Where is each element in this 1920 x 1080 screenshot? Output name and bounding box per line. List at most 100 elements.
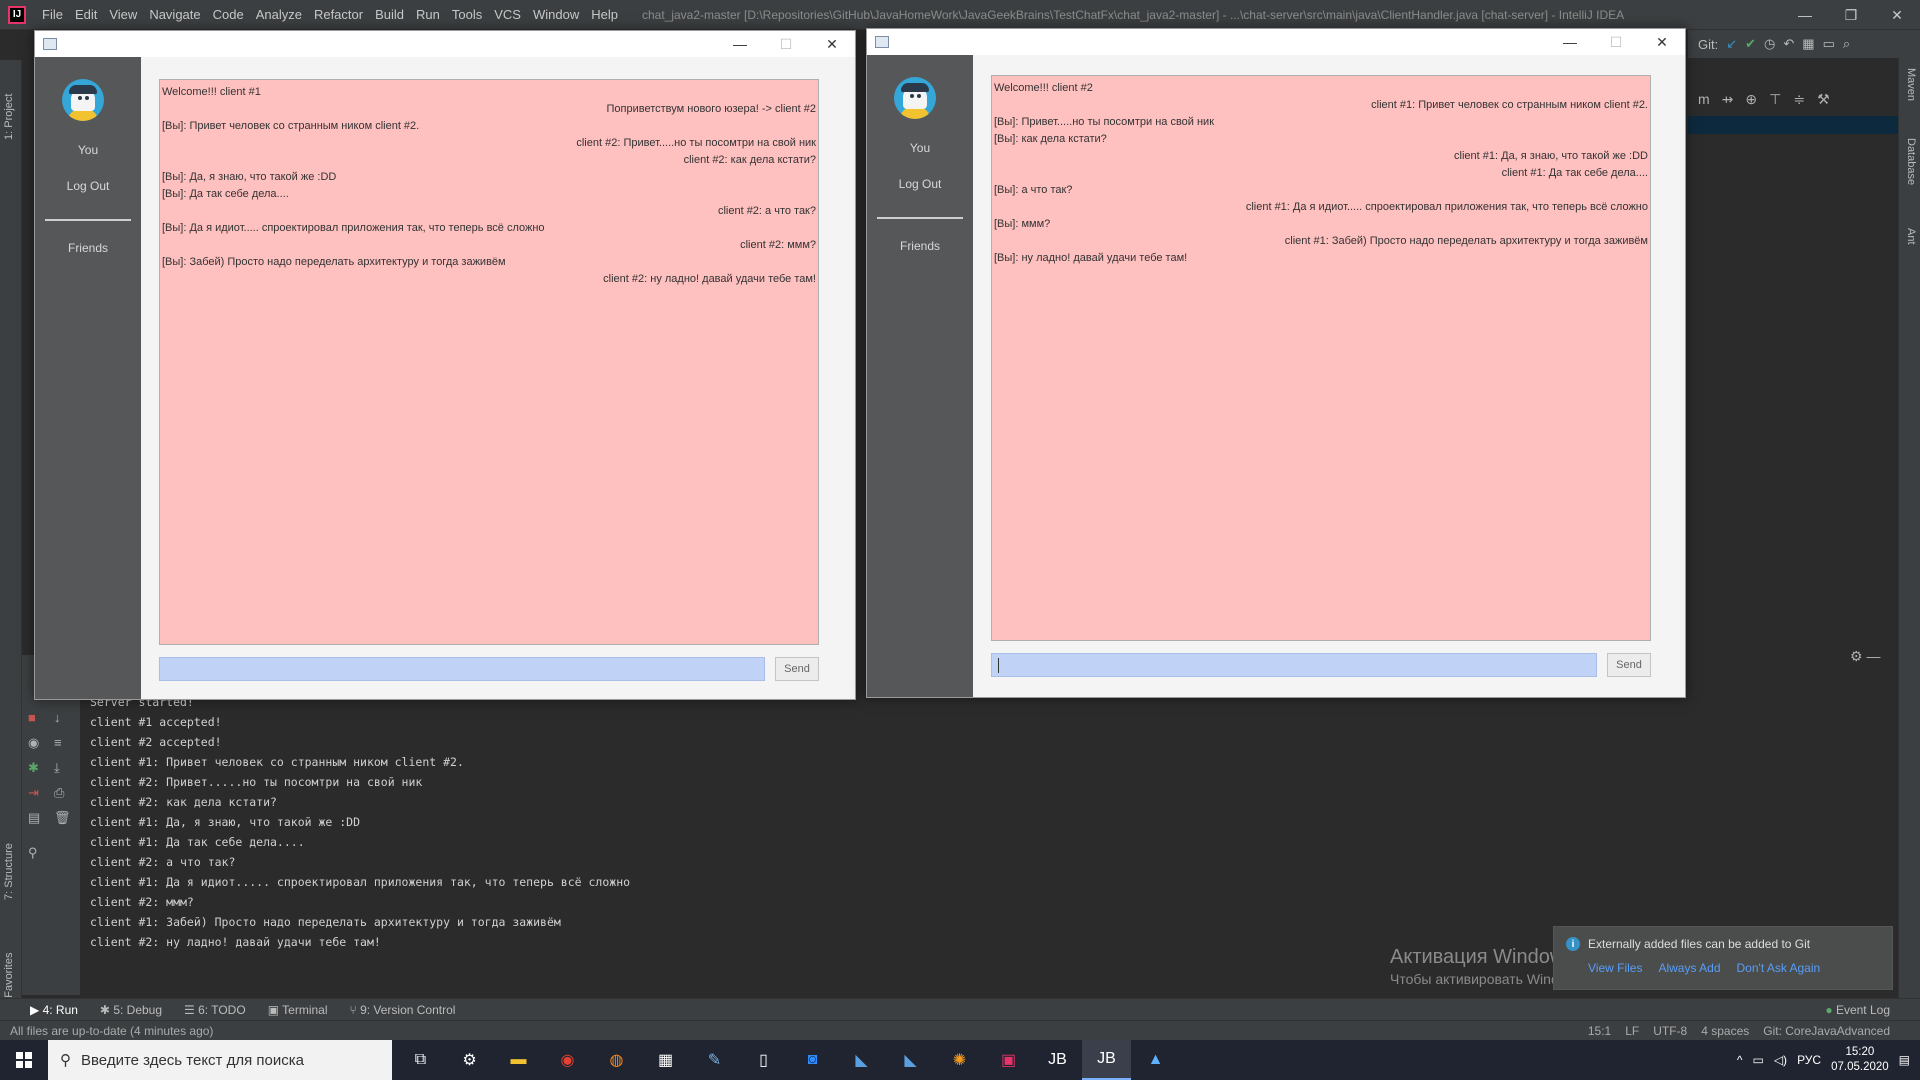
- document-icon[interactable]: ▯: [739, 1040, 788, 1080]
- tool-structure[interactable]: 7: Structure: [3, 843, 15, 900]
- tool-ant[interactable]: Ant: [1905, 228, 1917, 245]
- tab-run[interactable]: ▶ 4: Run: [30, 1003, 78, 1017]
- toggle-offline-icon[interactable]: ⇸: [1722, 91, 1734, 108]
- close-icon[interactable]: ✕: [1874, 0, 1920, 30]
- pin-icon[interactable]: ⚲: [28, 845, 38, 861]
- jetbrains-app-icon[interactable]: JB: [1033, 1040, 1082, 1080]
- taskbar-clock[interactable]: 15:20 07.05.2020: [1831, 1045, 1889, 1075]
- vcs-rollback-icon[interactable]: ↶: [1783, 36, 1794, 52]
- zoom-icon[interactable]: ◙: [788, 1040, 837, 1080]
- logout-button[interactable]: Log Out: [35, 179, 141, 193]
- menu-tools[interactable]: Tools: [446, 7, 488, 22]
- send-button[interactable]: Send: [1607, 653, 1651, 677]
- menu-analyze[interactable]: Analyze: [250, 7, 308, 22]
- maven-goal-icon[interactable]: m: [1698, 91, 1710, 107]
- maximize-icon[interactable]: ☐: [1593, 29, 1639, 55]
- notes-app-icon[interactable]: ✎: [690, 1040, 739, 1080]
- minimize-icon[interactable]: —: [1782, 0, 1828, 30]
- jetbrains-app-active-icon[interactable]: JB: [1082, 1040, 1131, 1080]
- indent-setting[interactable]: 4 spaces: [1701, 1024, 1749, 1038]
- photos-icon[interactable]: ▲: [1131, 1040, 1180, 1080]
- friends-button[interactable]: Friends: [867, 239, 973, 253]
- tool-database[interactable]: Database: [1905, 138, 1917, 185]
- tab-terminal[interactable]: ▣ Terminal: [268, 1003, 328, 1017]
- tool-project[interactable]: 1: Project: [3, 94, 15, 140]
- menu-file[interactable]: File: [36, 7, 69, 22]
- caret-position[interactable]: 15:1: [1588, 1024, 1611, 1038]
- event-log-button[interactable]: ● Event Log: [1825, 1003, 1890, 1017]
- dont-ask-again-link[interactable]: Don't Ask Again: [1737, 961, 1821, 975]
- chrome-icon[interactable]: ◉: [543, 1040, 592, 1080]
- menu-vcs[interactable]: VCS: [488, 7, 527, 22]
- logout-button[interactable]: Log Out: [867, 177, 973, 191]
- tab-debug[interactable]: ✱ 5: Debug: [100, 1003, 162, 1017]
- input-language[interactable]: РУС: [1797, 1053, 1821, 1067]
- firefox-icon[interactable]: ◍: [592, 1040, 641, 1080]
- close-icon[interactable]: ✕: [1639, 29, 1685, 55]
- maven-settings-icon[interactable]: ⚒: [1817, 91, 1830, 108]
- menu-refactor[interactable]: Refactor: [308, 7, 369, 22]
- stop-icon[interactable]: ■: [28, 710, 36, 725]
- presentation-icon[interactable]: ▭: [1823, 36, 1835, 52]
- chat2-message-input[interactable]: [991, 653, 1597, 677]
- layout-icon[interactable]: ▤: [28, 810, 40, 826]
- skip-tests-icon[interactable]: ⊕: [1745, 91, 1757, 108]
- soft-wrap-icon[interactable]: ≡: [54, 735, 62, 750]
- scroll-down-icon[interactable]: ↓: [54, 710, 61, 725]
- always-add-link[interactable]: Always Add: [1658, 961, 1720, 975]
- visual-studio-icon[interactable]: ◣: [837, 1040, 886, 1080]
- vcs-update-icon[interactable]: ↙: [1726, 36, 1737, 52]
- git-branch[interactable]: Git: CoreJavaAdvanced: [1763, 1024, 1890, 1038]
- visual-studio-2-icon[interactable]: ◣: [886, 1040, 935, 1080]
- debug-icon[interactable]: ✱: [28, 760, 39, 776]
- camera-icon[interactable]: ◉: [28, 735, 39, 751]
- menu-build[interactable]: Build: [369, 7, 410, 22]
- taskbar-search[interactable]: ⚲ Введите здесь текст для поиска: [48, 1040, 392, 1080]
- view-files-link[interactable]: View Files: [1588, 961, 1642, 975]
- exit-icon[interactable]: ⇥: [28, 785, 39, 801]
- search-everywhere-icon[interactable]: ⌕: [1843, 36, 1850, 52]
- run-settings-gear-icon[interactable]: ⚙ —: [1850, 648, 1880, 665]
- project-structure-icon[interactable]: ▦: [1802, 36, 1814, 52]
- print-icon[interactable]: ⎙: [54, 785, 64, 801]
- send-button[interactable]: Send: [775, 657, 819, 681]
- menu-help[interactable]: Help: [585, 7, 624, 22]
- chat1-message-area[interactable]: Welcome!!! client #1 Поприветствум новог…: [159, 79, 819, 645]
- calculator-icon[interactable]: ▦: [641, 1040, 690, 1080]
- tab-todo[interactable]: ☰ 6: TODO: [184, 1003, 246, 1017]
- scroll-end-icon[interactable]: ⤓: [54, 760, 60, 776]
- minimize-icon[interactable]: —: [717, 31, 763, 57]
- volume-icon[interactable]: ◁): [1774, 1053, 1787, 1067]
- you-label[interactable]: You: [35, 143, 141, 157]
- tool-maven[interactable]: Maven: [1905, 68, 1917, 101]
- menu-window[interactable]: Window: [527, 7, 585, 22]
- maximize-icon[interactable]: ☐: [763, 31, 809, 57]
- tray-chevron-icon[interactable]: ^: [1737, 1053, 1743, 1067]
- menu-edit[interactable]: Edit: [69, 7, 103, 22]
- settings-app-icon[interactable]: ⚙: [445, 1040, 494, 1080]
- file-explorer-icon[interactable]: ▬: [494, 1040, 543, 1080]
- you-label[interactable]: You: [867, 141, 973, 155]
- vcs-history-icon[interactable]: ◷: [1764, 36, 1775, 52]
- menu-code[interactable]: Code: [207, 7, 250, 22]
- chat2-message-area[interactable]: Welcome!!! client #2 client #1: Привет ч…: [991, 75, 1651, 641]
- menu-navigate[interactable]: Navigate: [143, 7, 206, 22]
- minimize-icon[interactable]: —: [1547, 29, 1593, 55]
- friends-button[interactable]: Friends: [35, 241, 141, 255]
- close-icon[interactable]: ✕: [809, 31, 855, 57]
- collapse-all-icon[interactable]: ≑: [1793, 91, 1805, 108]
- intellij-icon[interactable]: ▣: [984, 1040, 1033, 1080]
- ubuntu-icon[interactable]: ✺: [935, 1040, 984, 1080]
- line-separator[interactable]: LF: [1625, 1024, 1639, 1038]
- task-view-icon[interactable]: ⧉: [396, 1040, 445, 1080]
- menu-run[interactable]: Run: [410, 7, 446, 22]
- tab-version-control[interactable]: ⑂ 9: Version Control: [350, 1003, 456, 1017]
- network-icon[interactable]: ▭: [1752, 1053, 1763, 1067]
- restore-icon[interactable]: ❐: [1828, 0, 1874, 30]
- notification-center-icon[interactable]: ▤: [1899, 1053, 1910, 1067]
- start-button[interactable]: [0, 1040, 48, 1080]
- vcs-commit-icon[interactable]: ✔: [1745, 36, 1756, 52]
- chat1-message-input[interactable]: [159, 657, 765, 681]
- show-dependencies-icon[interactable]: ⊤: [1769, 91, 1781, 108]
- trash-icon[interactable]: 🗑: [54, 810, 71, 826]
